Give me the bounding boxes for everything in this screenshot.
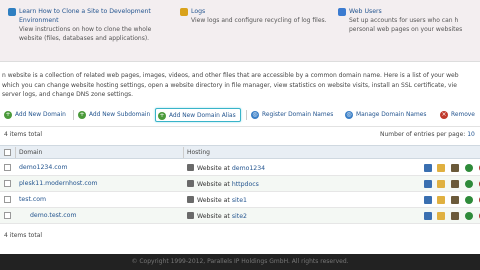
add-domain-label: Add New Domain xyxy=(15,112,66,118)
toolbar-divider xyxy=(73,110,74,120)
column-header-domain[interactable]: Domain xyxy=(19,149,42,156)
table-row: demo1234.com Website at demo1234 xyxy=(0,160,480,176)
add-subdomain-label: Add New Subdomain xyxy=(89,112,151,118)
domain-link[interactable]: test.com xyxy=(19,196,46,203)
status-icon[interactable] xyxy=(465,164,473,172)
row-checkbox[interactable] xyxy=(4,180,11,187)
copyright-text: © Copyright 1999-2012, Parallels IP Hold… xyxy=(131,258,349,265)
entries-per-page-10[interactable]: 10 xyxy=(467,131,475,138)
plus-icon: + xyxy=(78,111,86,119)
tip-web-users-desc-line1: Set up accounts for users who can h xyxy=(349,17,459,24)
website-icon xyxy=(187,196,194,203)
hosting-cell: Website at site2 xyxy=(187,212,247,220)
website-icon xyxy=(187,180,194,187)
tip-logs-desc: View logs and configure recycling of log… xyxy=(191,16,327,25)
select-all-checkbox[interactable] xyxy=(4,149,11,156)
file-manager-icon[interactable] xyxy=(424,180,432,188)
add-domain-alias-label: Add New Domain Alias xyxy=(169,113,236,119)
page-footer: © Copyright 1999-2012, Parallels IP Hold… xyxy=(0,254,480,270)
table-row: plesk11.modernhost.com Website at httpdo… xyxy=(0,176,480,192)
tools-icon[interactable] xyxy=(451,212,459,220)
intro-line-2: which you can change website hosting set… xyxy=(2,81,457,89)
hosting-target-link[interactable]: site2 xyxy=(232,213,247,220)
items-count-bar: 4 items total Number of entries per page… xyxy=(0,126,480,142)
tips-panel: Learn How to Clone a Site to Development… xyxy=(0,0,480,62)
hosting-target-link[interactable]: demo1234 xyxy=(232,165,265,172)
folder-icon[interactable] xyxy=(437,180,445,188)
tip-clone-title[interactable]: Learn How to Clone a Site to Development… xyxy=(19,7,179,25)
manage-domain-names-label: Manage Domain Names xyxy=(356,112,427,118)
remove-button[interactable]: × Remove xyxy=(438,108,475,122)
row-checkbox[interactable] xyxy=(4,196,11,203)
file-manager-icon[interactable] xyxy=(424,196,432,204)
intro-text: n website is a collection of related web… xyxy=(2,71,480,100)
globe-icon: ◎ xyxy=(345,111,353,119)
tools-icon[interactable] xyxy=(451,164,459,172)
tip-web-users-title[interactable]: Web Users xyxy=(349,7,382,16)
intro-line-3: server logs, and change DNS zone setting… xyxy=(2,91,134,98)
row-checkbox[interactable] xyxy=(4,164,11,171)
status-icon[interactable] xyxy=(465,196,473,204)
items-total-bottom: 4 items total xyxy=(4,232,43,239)
tools-icon[interactable] xyxy=(451,196,459,204)
hosting-label: Website at xyxy=(197,197,230,204)
tip-web-users-desc: Set up accounts for users who can h pers… xyxy=(349,16,462,34)
globe-icon: ◎ xyxy=(251,111,259,119)
remove-icon: × xyxy=(440,111,448,119)
folder-icon[interactable] xyxy=(437,164,445,172)
toolbar-divider xyxy=(246,110,247,120)
web-users-icon xyxy=(338,8,346,16)
website-icon xyxy=(187,164,194,171)
tip-logs-title[interactable]: Logs xyxy=(191,7,205,16)
domains-toolbar: + Add New Domain + Add New Subdomain + A… xyxy=(0,107,480,124)
clone-icon xyxy=(8,8,16,16)
domain-link[interactable]: plesk11.modernhost.com xyxy=(19,180,98,187)
intro-line-1: n website is a collection of related web… xyxy=(2,72,459,79)
hosting-label: Website at xyxy=(197,165,230,172)
remove-label: Remove xyxy=(451,112,475,118)
column-divider xyxy=(15,147,16,158)
register-domain-names-label: Register Domain Names xyxy=(262,112,334,118)
hosting-target-link[interactable]: site1 xyxy=(232,197,247,204)
add-domain-button[interactable]: + Add New Domain xyxy=(2,108,66,122)
entries-per-page: Number of entries per page: 10 xyxy=(380,131,475,138)
entries-per-page-label: Number of entries per page: xyxy=(380,131,466,138)
tip-clone-desc: View instructions on how to clone the wh… xyxy=(19,25,151,43)
column-divider xyxy=(183,147,184,158)
row-checkbox[interactable] xyxy=(4,212,11,219)
folder-icon[interactable] xyxy=(437,196,445,204)
register-domain-names-button[interactable]: ◎ Register Domain Names xyxy=(249,108,333,122)
table-row: test.com Website at site1 xyxy=(0,192,480,208)
tip-clone-desc-line1: View instructions on how to clone the wh… xyxy=(19,26,152,33)
folder-icon[interactable] xyxy=(437,212,445,220)
hosting-target-link[interactable]: httpdocs xyxy=(232,181,259,188)
logs-icon xyxy=(180,8,188,16)
hosting-cell: Website at httpdocs xyxy=(187,180,259,188)
table-row: demo.test.com Website at site2 xyxy=(0,208,480,224)
items-total: 4 items total xyxy=(4,131,43,138)
file-manager-icon[interactable] xyxy=(424,164,432,172)
table-header: Domain Hosting xyxy=(0,145,480,159)
manage-domain-names-button[interactable]: ◎ Manage Domain Names xyxy=(343,108,426,122)
hosting-label: Website at xyxy=(197,213,230,220)
tip-logs-desc-line1: View logs and configure recycling of log… xyxy=(191,17,327,24)
add-subdomain-button[interactable]: + Add New Subdomain xyxy=(76,108,150,122)
tools-icon[interactable] xyxy=(451,180,459,188)
file-manager-icon[interactable] xyxy=(424,212,432,220)
plus-icon: + xyxy=(4,111,12,119)
hosting-cell: Website at demo1234 xyxy=(187,164,265,172)
add-domain-alias-button[interactable]: + Add New Domain Alias xyxy=(155,108,241,122)
status-icon[interactable] xyxy=(465,180,473,188)
domain-link[interactable]: demo.test.com xyxy=(30,212,76,219)
plus-icon: + xyxy=(158,112,166,120)
domain-link[interactable]: demo1234.com xyxy=(19,164,67,171)
status-icon[interactable] xyxy=(465,212,473,220)
column-header-hosting[interactable]: Hosting xyxy=(187,149,210,156)
hosting-label: Website at xyxy=(197,181,230,188)
website-icon xyxy=(187,212,194,219)
tip-clone-desc-line2: website (files, databases and applicatio… xyxy=(19,35,150,42)
hosting-cell: Website at site1 xyxy=(187,196,247,204)
tip-web-users-desc-line2: personal web pages on your websites xyxy=(349,26,463,33)
